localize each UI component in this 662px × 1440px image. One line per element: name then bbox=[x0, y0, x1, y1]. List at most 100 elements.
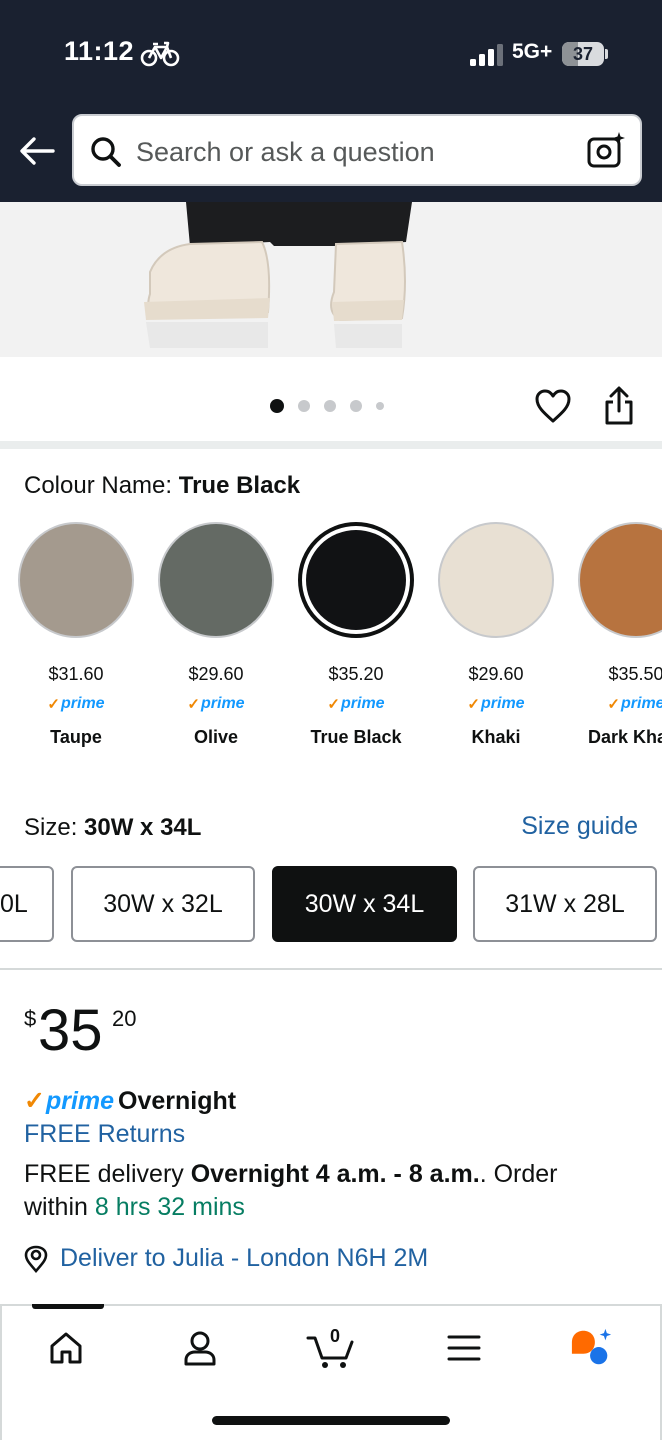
search-bar[interactable] bbox=[72, 114, 642, 186]
cart-wrapper: 0 bbox=[306, 1326, 358, 1370]
section-divider bbox=[0, 441, 662, 449]
image-pagination-dots[interactable] bbox=[270, 398, 384, 414]
bicycle-icon bbox=[140, 41, 180, 67]
prime-badge: ✓ prime bbox=[158, 695, 274, 713]
prime-check-icon: ✓ bbox=[24, 1087, 45, 1115]
prime-check-icon: ✓ bbox=[47, 696, 60, 713]
divider bbox=[0, 968, 662, 970]
prime-label: prime bbox=[341, 695, 385, 712]
signal-icon bbox=[470, 44, 503, 66]
prime-check-icon: ✓ bbox=[187, 696, 200, 713]
search-icon bbox=[91, 137, 121, 167]
cart-count: 0 bbox=[330, 1326, 341, 1346]
prime-label: prime bbox=[481, 695, 525, 712]
prime-badge: ✓ prime bbox=[298, 695, 414, 713]
swatch-price: $35.50 bbox=[608, 664, 662, 684]
nav-account[interactable] bbox=[178, 1326, 222, 1370]
colour-swatch-true-black[interactable]: $35.20 ✓ prime True Black bbox=[298, 522, 414, 748]
swatch-name: Taupe bbox=[50, 727, 102, 747]
camera-search-icon[interactable] bbox=[586, 130, 626, 170]
colour-swatch-khaki[interactable]: $29.60 ✓ prime Khaki bbox=[438, 522, 554, 748]
size-guide-link[interactable]: Size guide bbox=[521, 812, 638, 841]
colour-label: Colour Name: True Black bbox=[24, 472, 300, 500]
swatch-inner bbox=[306, 530, 406, 630]
prime-label: prime bbox=[61, 695, 105, 712]
delivery-window: Overnight 4 a.m. - 8 a.m. bbox=[190, 1160, 480, 1188]
nav-rufus[interactable] bbox=[570, 1326, 614, 1370]
prime-check-icon: ✓ bbox=[607, 696, 620, 713]
product-image[interactable] bbox=[0, 202, 662, 357]
home-indicator bbox=[212, 1416, 450, 1425]
swatch-name: Dark Kha bbox=[588, 727, 662, 747]
deliver-to-text: Deliver to Julia - London N6H 2M bbox=[60, 1244, 429, 1272]
swatch-circle bbox=[18, 522, 134, 638]
size-option-selected[interactable]: 30W x 34L bbox=[272, 866, 457, 942]
network-label: 5G+ bbox=[512, 40, 553, 63]
colour-swatch-taupe[interactable]: $31.60 ✓ prime Taupe bbox=[18, 522, 134, 748]
swatch-price: $29.60 bbox=[468, 664, 524, 684]
prime-logo: prime bbox=[45, 1086, 115, 1115]
price-whole: 35 bbox=[38, 998, 103, 1063]
nav-cart[interactable]: 0 bbox=[306, 1326, 358, 1370]
wishlist-heart-icon[interactable] bbox=[534, 388, 572, 424]
deliver-to-link[interactable]: Deliver to Julia - London N6H 2M bbox=[24, 1244, 428, 1273]
prime-badge: ✓ prime bbox=[438, 695, 554, 713]
battery-percent: 37 bbox=[572, 44, 594, 64]
size-selected: 30W x 34L bbox=[84, 814, 202, 841]
size-option[interactable]: 30W x 32L bbox=[71, 866, 255, 942]
nav-menu[interactable] bbox=[442, 1326, 486, 1370]
nav-home[interactable] bbox=[44, 1326, 88, 1370]
battery-tip bbox=[605, 49, 608, 59]
swatch-clip: $35.50 ✓ prime Dark Kha bbox=[578, 522, 662, 748]
colour-label-prefix: Colour Name: bbox=[24, 472, 173, 499]
delivery-prefix: FREE delivery bbox=[24, 1160, 191, 1188]
swatch-circle bbox=[438, 522, 554, 638]
pagination-dot[interactable] bbox=[376, 402, 384, 410]
colour-selected-name: True Black bbox=[178, 472, 301, 499]
prime-check-icon: ✓ bbox=[467, 696, 480, 713]
swatch-circle bbox=[578, 522, 662, 638]
size-label-prefix: Size: bbox=[24, 814, 78, 841]
swatch-price: $35.20 bbox=[328, 664, 384, 684]
colour-swatch-olive[interactable]: $29.60 ✓ prime Olive bbox=[158, 522, 274, 748]
swatch-price: $31.60 bbox=[48, 664, 104, 684]
pagination-dot[interactable] bbox=[298, 400, 310, 412]
share-icon[interactable] bbox=[602, 386, 636, 426]
colour-swatch-dark-khaki[interactable]: $35.50 ✓ prime Dark Kha bbox=[578, 522, 662, 748]
delivery-message: FREE delivery Overnight 4 a.m. - 8 a.m..… bbox=[24, 1158, 624, 1224]
status-time: 11:12 bbox=[64, 36, 135, 66]
prime-label: prime bbox=[621, 695, 662, 712]
pagination-dot[interactable] bbox=[324, 400, 336, 412]
search-input[interactable] bbox=[136, 132, 576, 172]
price-symbol: $ bbox=[24, 1006, 37, 1031]
pagination-dot[interactable] bbox=[350, 400, 362, 412]
prime-label: prime bbox=[201, 695, 245, 712]
size-option[interactable]: 0L bbox=[0, 866, 54, 942]
swatch-name: Olive bbox=[193, 727, 239, 747]
price-fraction: 20 bbox=[112, 1006, 137, 1031]
account-icon bbox=[184, 1331, 216, 1366]
free-returns-link[interactable]: FREE Returns bbox=[24, 1120, 185, 1149]
swatch-name: Khaki bbox=[471, 727, 521, 747]
size-option[interactable]: 31W x 28L bbox=[473, 866, 657, 942]
swatch-name: True Black bbox=[310, 727, 402, 747]
swatch-circle-selected bbox=[298, 522, 414, 638]
swatch-price: $29.60 bbox=[188, 664, 244, 684]
back-button[interactable] bbox=[16, 130, 58, 172]
top-bar: 11:12 5G+ 37 bbox=[0, 0, 662, 202]
order-countdown: 8 hrs 32 mins bbox=[94, 1193, 245, 1221]
back-arrow-icon bbox=[20, 137, 55, 165]
battery-indicator: 37 bbox=[562, 42, 604, 66]
menu-icon bbox=[447, 1335, 481, 1361]
rufus-assistant-icon bbox=[571, 1328, 612, 1365]
prime-delivery-badge: ✓ prime Overnight bbox=[24, 1086, 236, 1116]
prime-check-icon: ✓ bbox=[327, 696, 340, 713]
prime-speed: Overnight bbox=[118, 1086, 237, 1115]
pagination-dot[interactable] bbox=[270, 399, 284, 413]
prime-badge: ✓ prime bbox=[18, 695, 134, 713]
prime-badge: ✓ prime bbox=[578, 695, 662, 713]
home-icon bbox=[50, 1332, 82, 1364]
location-pin-icon bbox=[24, 1245, 48, 1273]
swatch-circle bbox=[158, 522, 274, 638]
size-label: Size: 30W x 34L bbox=[24, 814, 201, 842]
